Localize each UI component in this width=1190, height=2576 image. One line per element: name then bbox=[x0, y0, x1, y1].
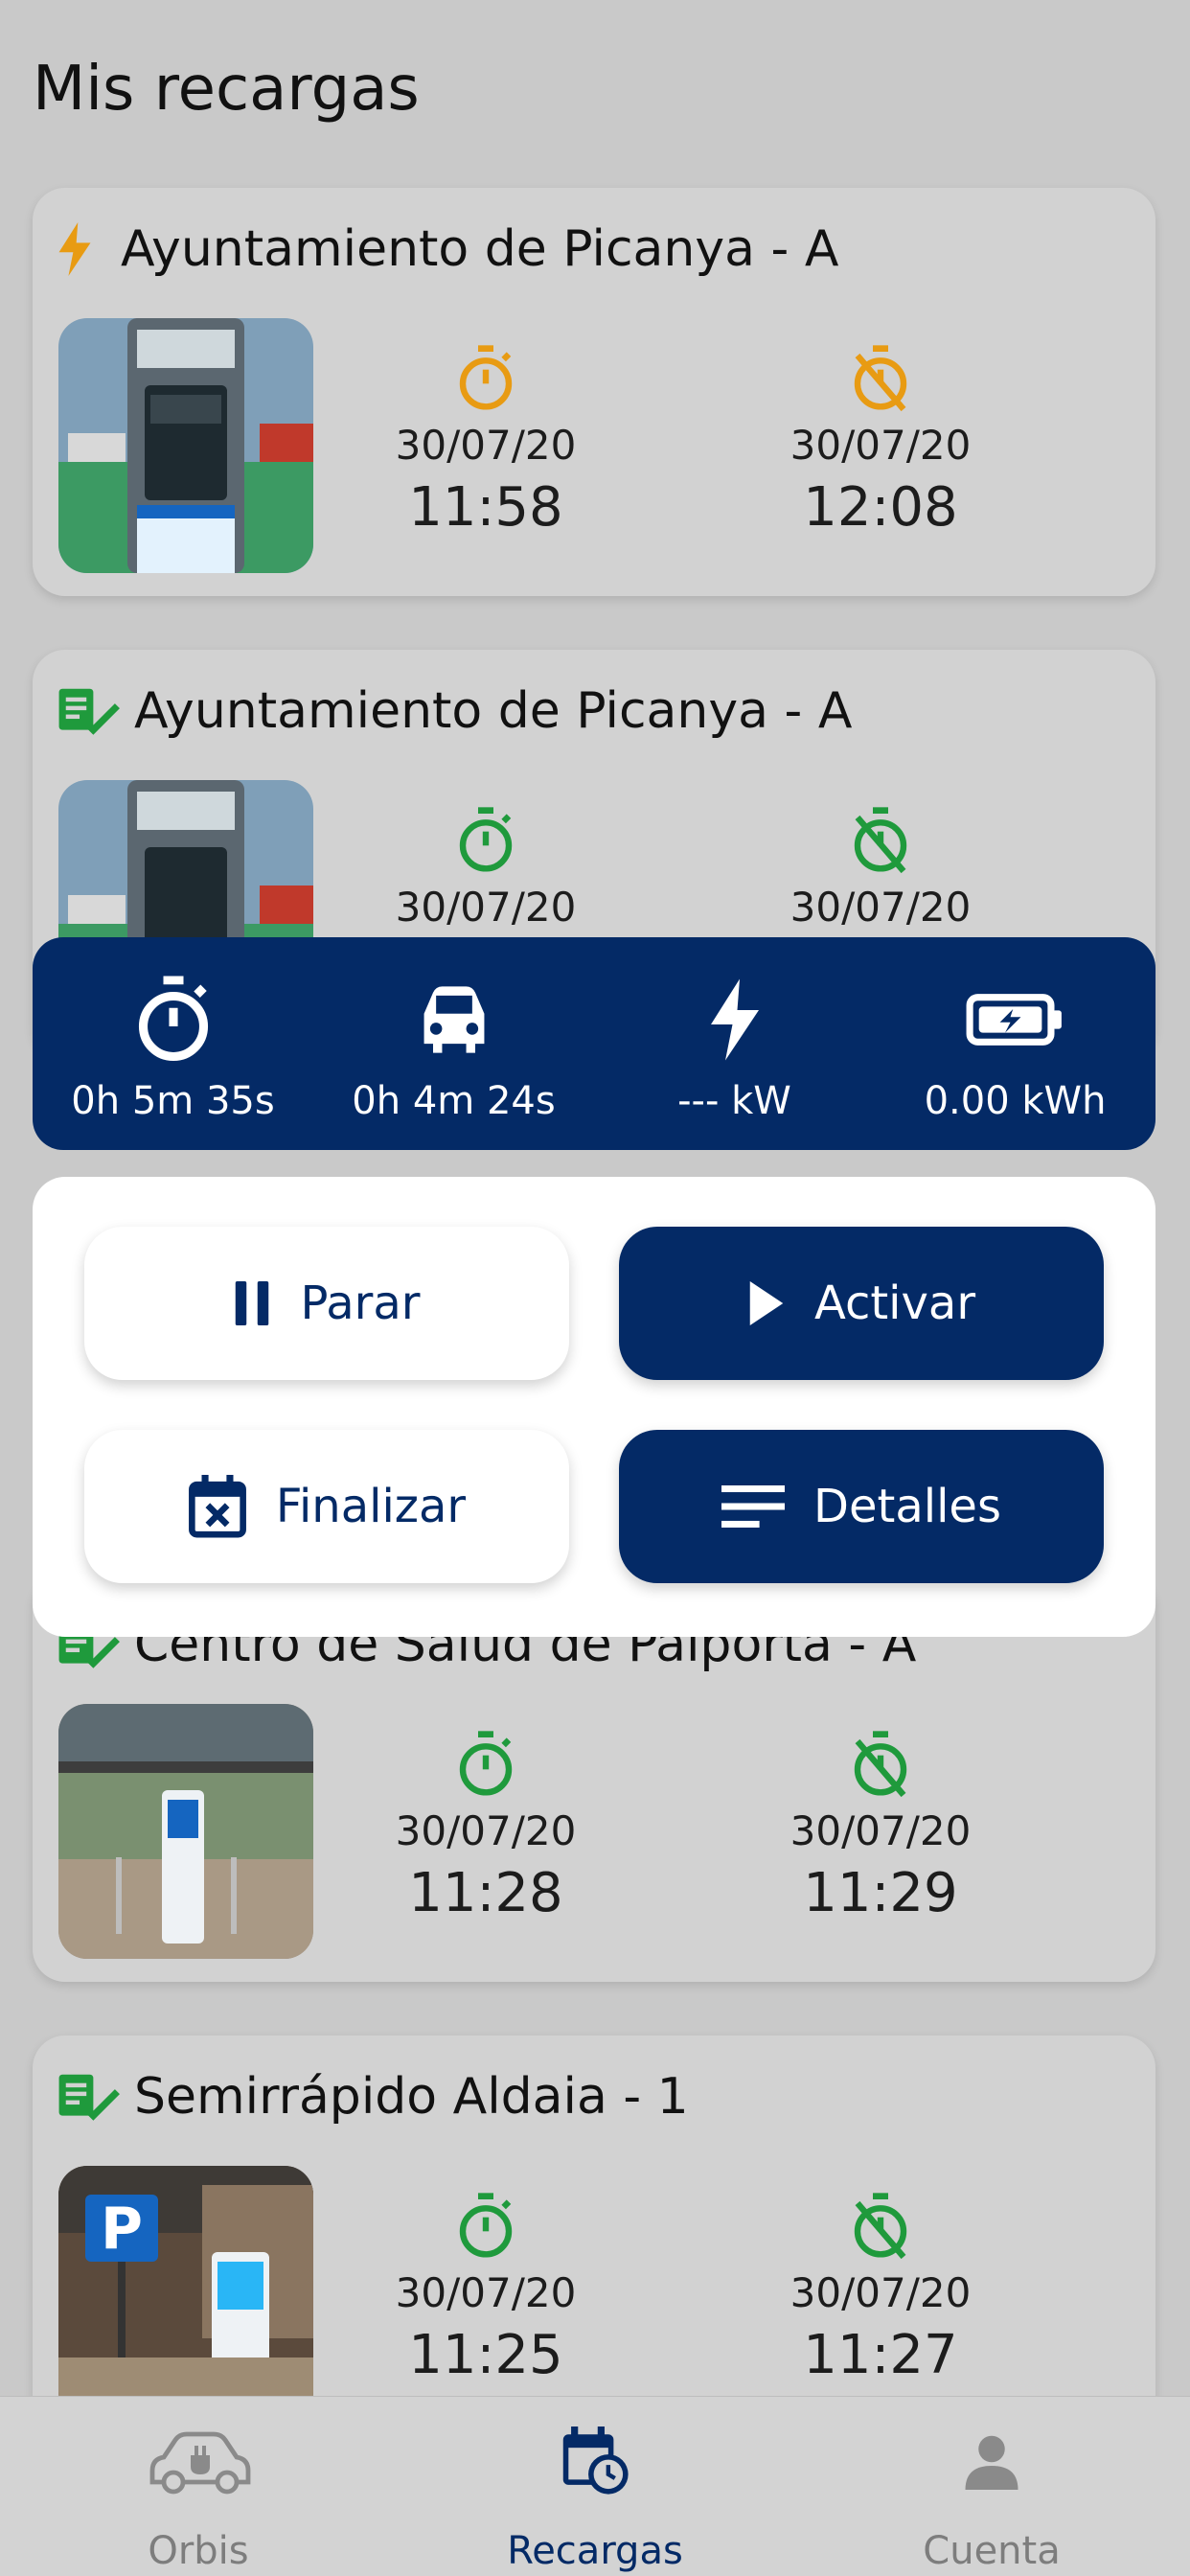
details-list-icon bbox=[721, 1484, 786, 1529]
nav-label: Recargas bbox=[507, 2529, 683, 2573]
stat-power-value: --- kW bbox=[677, 1079, 791, 1123]
end-time: 11:27 bbox=[803, 2324, 958, 2386]
start-time: 11:28 bbox=[408, 1862, 563, 1924]
user-icon bbox=[963, 2418, 1020, 2504]
calendar-clock-icon bbox=[561, 2418, 629, 2504]
end-timer-icon bbox=[756, 2189, 1005, 2264]
finish-button[interactable]: Finalizar bbox=[84, 1430, 569, 1583]
start-date: 30/07/20 bbox=[395, 422, 577, 469]
stopwatch-icon bbox=[133, 972, 214, 1068]
end-date: 30/07/20 bbox=[790, 2269, 972, 2316]
start-timer-icon bbox=[361, 1727, 610, 1802]
battery-icon bbox=[966, 972, 1065, 1068]
play-icon bbox=[747, 1281, 786, 1325]
calendar-remove-icon bbox=[188, 1475, 247, 1538]
start-time: 11:58 bbox=[408, 476, 563, 539]
station-name: Ayuntamiento de Picanya - A bbox=[121, 220, 839, 278]
end-timer-icon bbox=[756, 803, 1005, 878]
start-time: 11:25 bbox=[408, 2324, 563, 2386]
station-name: Semirrápido Aldaia - 1 bbox=[134, 2068, 689, 2126]
end-date: 30/07/20 bbox=[790, 884, 972, 931]
page-title: Mis recargas bbox=[33, 54, 420, 125]
checklist-icon bbox=[56, 2068, 121, 2126]
stat-elapsed: 0h 5m 35s bbox=[33, 937, 313, 1150]
nav-item-cuenta[interactable]: Cuenta bbox=[793, 2397, 1190, 2576]
end-time: 12:08 bbox=[803, 476, 958, 539]
nav-label: Orbis bbox=[148, 2529, 249, 2573]
charge-stats-bar: 0h 5m 35s 0h 4m 24s --- kW 0.00 kWh bbox=[33, 937, 1156, 1150]
pause-button[interactable]: Parar bbox=[84, 1227, 569, 1380]
station-photo bbox=[58, 318, 313, 573]
svg-text:P: P bbox=[101, 2196, 143, 2263]
start-timer-icon bbox=[361, 341, 610, 416]
finish-label: Finalizar bbox=[275, 1480, 467, 1533]
stat-energy: 0.00 kWh bbox=[875, 937, 1156, 1150]
pause-label: Parar bbox=[300, 1276, 421, 1330]
details-label: Detalles bbox=[813, 1480, 1001, 1533]
nav-item-orbis[interactable]: Orbis bbox=[0, 2397, 397, 2576]
checklist-icon bbox=[56, 682, 121, 740]
start-date: 30/07/20 bbox=[395, 1807, 577, 1854]
nav-item-recargas[interactable]: Recargas bbox=[397, 2397, 793, 2576]
recharge-card[interactable]: Semirrápido Aldaia - 1 P 30/07/20 11:25 … bbox=[33, 2036, 1156, 2444]
station-photo: P bbox=[58, 2166, 313, 2421]
lightning-bolt-icon bbox=[706, 972, 764, 1068]
recharge-card[interactable]: Ayuntamiento de Picanya - A 30/07/20 11:… bbox=[33, 188, 1156, 596]
activate-button[interactable]: Activar bbox=[619, 1227, 1104, 1380]
start-timer-icon bbox=[361, 803, 610, 878]
start-date: 30/07/20 bbox=[395, 2269, 577, 2316]
stat-power: --- kW bbox=[594, 937, 875, 1150]
station-name: Ayuntamiento de Picanya - A bbox=[134, 682, 853, 740]
stat-energy-value: 0.00 kWh bbox=[924, 1079, 1107, 1123]
end-timer-icon bbox=[756, 1727, 1005, 1802]
start-timer-icon bbox=[361, 2189, 610, 2264]
car-icon bbox=[412, 972, 496, 1068]
end-date: 30/07/20 bbox=[790, 1807, 972, 1854]
bottom-navigation: Orbis Recargas Cuenta bbox=[0, 2396, 1190, 2576]
nav-label: Cuenta bbox=[923, 2529, 1061, 2573]
details-button[interactable]: Detalles bbox=[619, 1430, 1104, 1583]
lightning-bolt-icon bbox=[56, 220, 121, 278]
station-photo bbox=[58, 1704, 313, 1959]
car-plug-icon bbox=[141, 2418, 256, 2504]
end-time: 11:29 bbox=[803, 1862, 958, 1924]
end-timer-icon bbox=[756, 341, 1005, 416]
stat-parked-value: 0h 4m 24s bbox=[352, 1079, 556, 1123]
action-panel: Parar Activar Finalizar Detalles bbox=[33, 1177, 1156, 1637]
pause-icon bbox=[233, 1281, 271, 1325]
activate-label: Activar bbox=[813, 1276, 976, 1330]
end-date: 30/07/20 bbox=[790, 422, 972, 469]
stat-elapsed-value: 0h 5m 35s bbox=[71, 1079, 275, 1123]
start-date: 30/07/20 bbox=[395, 884, 577, 931]
stat-parked: 0h 4m 24s bbox=[313, 937, 594, 1150]
